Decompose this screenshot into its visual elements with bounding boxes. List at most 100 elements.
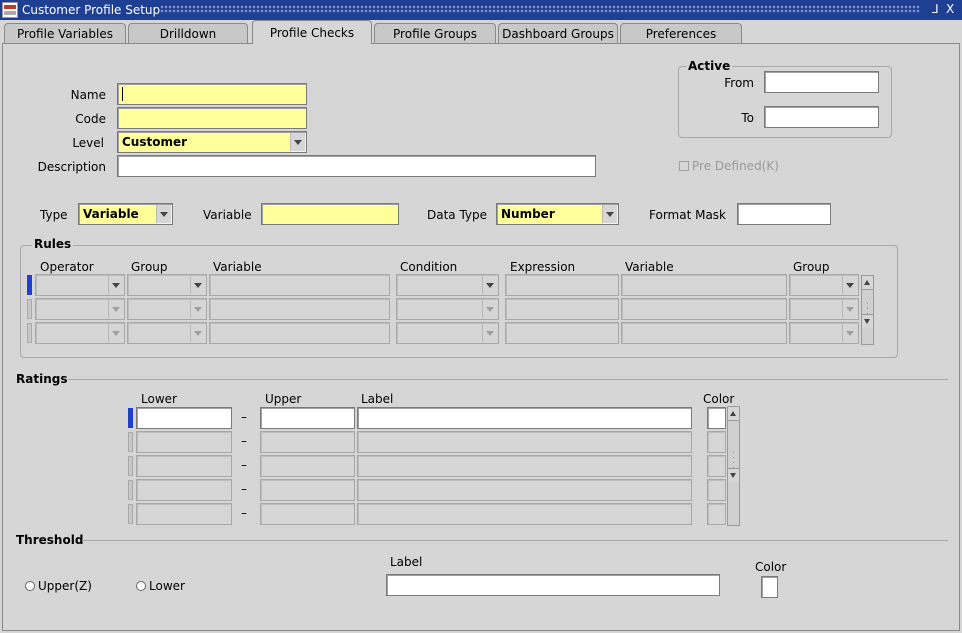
close-icon[interactable]: X [946, 2, 954, 16]
lower-field[interactable] [136, 503, 232, 525]
expression-cell[interactable] [505, 322, 619, 344]
upper-radio[interactable] [25, 581, 35, 591]
lower-field[interactable] [136, 407, 232, 429]
range-separator: – [241, 410, 247, 424]
variable-2-cell[interactable] [621, 298, 787, 320]
lower-field[interactable] [136, 431, 232, 453]
color-swatch[interactable] [707, 503, 726, 525]
operator-select[interactable] [35, 298, 125, 320]
predefined-checkbox[interactable] [679, 161, 689, 171]
name-field[interactable] [117, 83, 307, 105]
chevron-down-icon[interactable] [482, 324, 497, 342]
chevron-down-icon[interactable] [190, 276, 205, 294]
group-select[interactable] [127, 274, 207, 296]
scroll-up-icon[interactable] [862, 276, 873, 290]
tab-drilldown[interactable]: Drilldown [128, 23, 248, 43]
scroll-down-icon[interactable] [728, 468, 739, 482]
variable-cell[interactable] [209, 322, 390, 344]
chevron-down-icon[interactable] [108, 276, 123, 294]
label-field[interactable] [357, 503, 692, 525]
scroll-grip-icon[interactable]: ⁚ ⁚ ⁚ [728, 452, 739, 470]
upper-field[interactable] [260, 407, 355, 429]
row-indicator[interactable] [128, 504, 133, 524]
lower-radio[interactable] [136, 581, 146, 591]
color-swatch[interactable] [707, 455, 726, 477]
minimize-icon[interactable]: ⅃ [932, 2, 939, 16]
group-2-select[interactable] [789, 274, 859, 296]
condition-select[interactable] [396, 274, 499, 296]
format-mask-field[interactable] [737, 203, 831, 225]
label-field[interactable] [357, 455, 692, 477]
variable-field[interactable] [261, 203, 399, 225]
row-indicator[interactable] [128, 408, 133, 428]
row-indicator[interactable] [27, 275, 32, 295]
threshold-color-swatch[interactable] [761, 576, 778, 598]
range-separator: – [241, 458, 247, 472]
chevron-down-icon[interactable] [482, 276, 497, 294]
threshold-label-field[interactable] [386, 574, 720, 596]
upper-field[interactable] [260, 503, 355, 525]
tab-preferences[interactable]: Preferences [620, 23, 742, 43]
scroll-grip-icon[interactable]: ⁚ ⁚ [862, 303, 873, 316]
upper-field[interactable] [260, 455, 355, 477]
color-swatch[interactable] [707, 479, 726, 501]
tab-dashboard-groups[interactable]: Dashboard Groups [498, 23, 618, 43]
label-field[interactable] [357, 407, 692, 429]
lower-field[interactable] [136, 479, 232, 501]
chevron-down-icon[interactable] [482, 300, 497, 318]
group-2-select[interactable] [789, 322, 859, 344]
variable-cell[interactable] [209, 298, 390, 320]
expression-cell[interactable] [505, 274, 619, 296]
ratings-scrollbar[interactable]: ⁚ ⁚ ⁚ [727, 406, 740, 526]
color-swatch[interactable] [707, 407, 726, 429]
data-type-select[interactable]: Number [496, 203, 619, 225]
chevron-down-icon[interactable] [842, 300, 857, 318]
row-indicator[interactable] [128, 456, 133, 476]
upper-field[interactable] [260, 431, 355, 453]
chevron-down-icon[interactable] [602, 205, 617, 223]
upper-field[interactable] [260, 479, 355, 501]
chevron-down-icon[interactable] [842, 324, 857, 342]
tab-profile-groups[interactable]: Profile Groups [374, 23, 496, 43]
description-field[interactable] [117, 155, 596, 177]
expression-cell[interactable] [505, 298, 619, 320]
row-indicator[interactable] [128, 432, 133, 452]
chevron-down-icon[interactable] [842, 276, 857, 294]
group-2-select[interactable] [789, 298, 859, 320]
from-date-field[interactable] [764, 71, 879, 93]
chevron-down-icon[interactable] [190, 324, 205, 342]
type-select[interactable]: Variable [78, 203, 173, 225]
chevron-down-icon[interactable] [108, 300, 123, 318]
chevron-down-icon[interactable] [290, 133, 305, 151]
scroll-up-icon[interactable] [728, 407, 739, 421]
lower-field[interactable] [136, 455, 232, 477]
chevron-down-icon[interactable] [190, 300, 205, 318]
row-indicator[interactable] [27, 299, 32, 319]
operator-select[interactable] [35, 322, 125, 344]
to-date-field[interactable] [764, 106, 879, 128]
label-field[interactable] [357, 479, 692, 501]
chevron-down-icon[interactable] [108, 324, 123, 342]
range-separator: – [241, 482, 247, 496]
chevron-down-icon[interactable] [156, 205, 171, 223]
variable-label: Variable [203, 208, 252, 222]
group-select[interactable] [127, 322, 207, 344]
row-indicator[interactable] [128, 480, 133, 500]
level-select[interactable]: Customer [117, 131, 307, 153]
operator-select[interactable] [35, 274, 125, 296]
condition-select[interactable] [396, 298, 499, 320]
label-field[interactable] [357, 431, 692, 453]
group-select[interactable] [127, 298, 207, 320]
rules-scrollbar[interactable]: ⁚ ⁚ [861, 275, 874, 345]
condition-select[interactable] [396, 322, 499, 344]
tab-profile-variables[interactable]: Profile Variables [4, 23, 126, 43]
code-field[interactable] [117, 107, 307, 129]
row-indicator[interactable] [27, 323, 32, 343]
variable-cell[interactable] [209, 274, 390, 296]
variable-2-cell[interactable] [621, 274, 787, 296]
color-swatch[interactable] [707, 431, 726, 453]
variable-2-cell[interactable] [621, 322, 787, 344]
tab-profile-checks[interactable]: Profile Checks [252, 20, 372, 44]
text-cursor [122, 87, 123, 101]
scroll-down-icon[interactable] [862, 314, 873, 328]
